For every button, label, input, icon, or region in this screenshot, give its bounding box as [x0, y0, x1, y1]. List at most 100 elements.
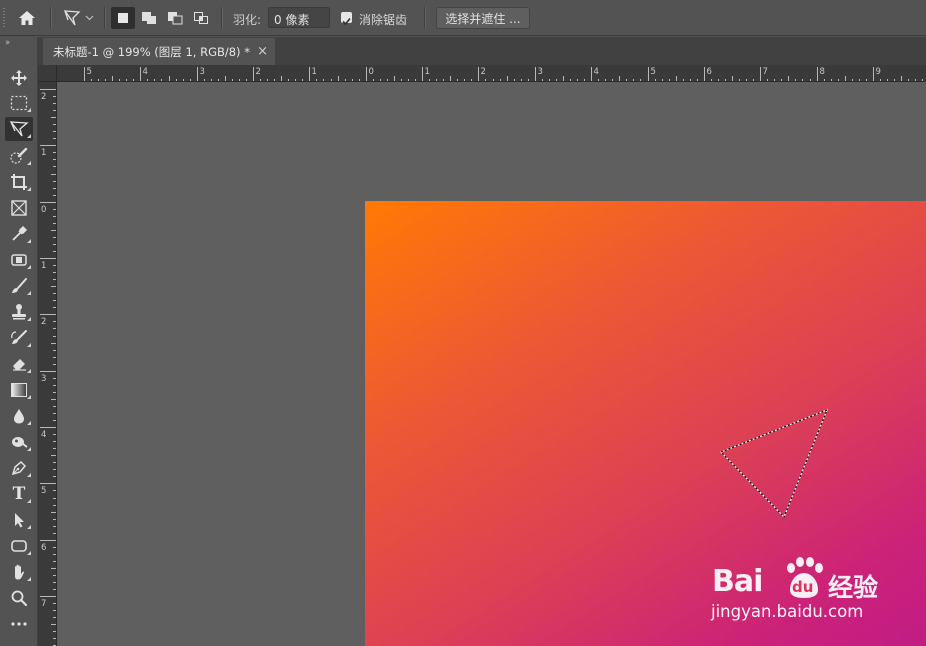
quick-selection-icon — [10, 147, 28, 164]
ruler-ticks — [84, 67, 923, 81]
more-tools-icon — [11, 622, 27, 626]
zoom-tool[interactable] — [5, 586, 33, 610]
ruler-label: 8 — [819, 67, 825, 77]
ruler-ticks — [40, 89, 56, 646]
history-brush-tool[interactable] — [5, 326, 33, 350]
ruler-label: 5 — [41, 485, 47, 496]
blur-tool[interactable] — [5, 404, 33, 428]
pen-icon — [11, 460, 27, 476]
marquee-tool[interactable] — [5, 91, 33, 115]
ruler-label: 0 — [41, 204, 47, 215]
ruler-label: 1 — [311, 67, 317, 77]
ruler-label: 6 — [706, 67, 712, 77]
separator — [50, 7, 52, 29]
eraser-tool[interactable] — [5, 352, 33, 376]
ruler-label: 0 — [368, 67, 374, 77]
hand-tool[interactable] — [5, 560, 33, 584]
spot-healing-tool[interactable] — [5, 248, 33, 272]
anti-alias-label: 消除锯齿 — [359, 13, 408, 27]
gradient-tool[interactable] — [5, 378, 33, 402]
ruler-label: 5 — [86, 67, 92, 77]
watermark-brand: Bai — [712, 564, 763, 599]
intersect-selection-icon — [194, 12, 208, 24]
frame-icon — [11, 200, 27, 216]
frame-tool[interactable] — [5, 196, 33, 220]
add-to-selection-icon — [142, 12, 156, 24]
clone-stamp-tool[interactable] — [5, 300, 33, 324]
paw-logo-icon: du — [782, 556, 826, 600]
rectangular-marquee-icon — [10, 95, 28, 111]
path-selection-tool[interactable] — [5, 508, 33, 532]
ruler-label: 1 — [41, 260, 47, 271]
dodge-icon — [12, 437, 28, 448]
quick-selection-tool[interactable] — [5, 144, 33, 168]
checkmark-icon — [342, 17, 351, 26]
watermark-du: du — [792, 578, 814, 596]
ruler-label: 3 — [537, 67, 543, 77]
tools-panel: ›› T — [0, 37, 38, 646]
ruler-label: 1 — [424, 67, 430, 77]
pen-tool[interactable] — [5, 456, 33, 480]
new-selection-icon — [118, 13, 128, 23]
close-icon[interactable]: × — [257, 44, 268, 59]
ruler-label: 4 — [593, 67, 599, 77]
more-tools-button[interactable] — [5, 612, 33, 636]
home-button[interactable] — [14, 6, 40, 30]
feather-label: 羽化: — [233, 13, 262, 27]
ruler-label: 4 — [41, 429, 47, 440]
watermark: Bai du 经验 jingyan.baidu.com — [708, 544, 888, 628]
rectangle-tool[interactable] — [5, 534, 33, 558]
ruler-label: 1 — [41, 147, 47, 158]
separator — [104, 7, 106, 29]
polygonal-lasso-tool[interactable] — [5, 117, 33, 141]
brush-tool[interactable] — [5, 274, 33, 298]
ruler-label: 6 — [41, 542, 47, 553]
eyedropper-icon — [12, 225, 28, 241]
path-selection-icon — [15, 513, 24, 528]
document-tab-bar: 未标题-1 @ 199% (图层 1, RGB/8) * × — [38, 37, 926, 65]
select-and-mask-button[interactable]: 选择并遮住 ... — [436, 7, 530, 29]
chevron-down-icon — [85, 15, 94, 21]
spot-healing-icon — [11, 254, 27, 266]
ruler-label: 3 — [41, 373, 47, 384]
panel-grip[interactable] — [3, 8, 5, 28]
home-icon — [19, 11, 35, 25]
type-tool[interactable]: T — [5, 482, 33, 506]
feather-input[interactable]: 0 像素 — [268, 7, 330, 28]
expand-panel-icon[interactable]: ›› — [5, 38, 10, 48]
move-icon — [11, 70, 27, 86]
tool-preset-picker[interactable] — [58, 6, 98, 30]
ruler-label: 7 — [762, 67, 768, 77]
separator — [424, 7, 426, 29]
hand-icon — [15, 564, 25, 580]
ruler-label: 3 — [199, 67, 205, 77]
ruler-label: 9 — [875, 67, 881, 77]
eraser-icon — [13, 359, 26, 371]
subtract-from-selection-button[interactable] — [163, 7, 187, 29]
options-bar: 羽化: 0 像素 消除锯齿 选择并遮住 ... — [0, 0, 926, 36]
watermark-url: jingyan.baidu.com — [711, 602, 864, 621]
dodge-tool[interactable] — [5, 430, 33, 454]
document-tab-title: 未标题-1 @ 199% (图层 1, RGB/8) * — [53, 44, 250, 59]
gradient-icon — [11, 383, 27, 397]
eyedropper-tool[interactable] — [5, 222, 33, 246]
zoom-icon — [11, 590, 28, 607]
horizontal-ruler[interactable]: 5 4 3 2 1 0 1 2 3 4 5 6 7 8 9 — [57, 65, 926, 82]
ruler-label: 4 — [142, 67, 148, 77]
ruler-label: 5 — [650, 67, 656, 77]
separator — [221, 7, 223, 29]
crop-tool[interactable] — [5, 170, 33, 194]
anti-alias-checkbox[interactable] — [341, 12, 352, 26]
blur-icon — [14, 409, 24, 424]
polygonal-lasso-icon — [9, 121, 29, 137]
new-selection-button[interactable] — [111, 7, 135, 29]
polygonal-lasso-icon — [63, 10, 81, 26]
ruler-label: 2 — [41, 316, 47, 327]
add-to-selection-button[interactable] — [137, 7, 161, 29]
brush-icon — [12, 278, 27, 293]
move-tool[interactable] — [5, 66, 33, 90]
document-tab[interactable]: 未标题-1 @ 199% (图层 1, RGB/8) * × — [43, 38, 275, 65]
ruler-origin[interactable] — [38, 65, 57, 82]
vertical-ruler[interactable]: 2 1 0 1 2 3 4 5 6 7 — [38, 82, 57, 646]
intersect-selection-button[interactable] — [189, 7, 213, 29]
